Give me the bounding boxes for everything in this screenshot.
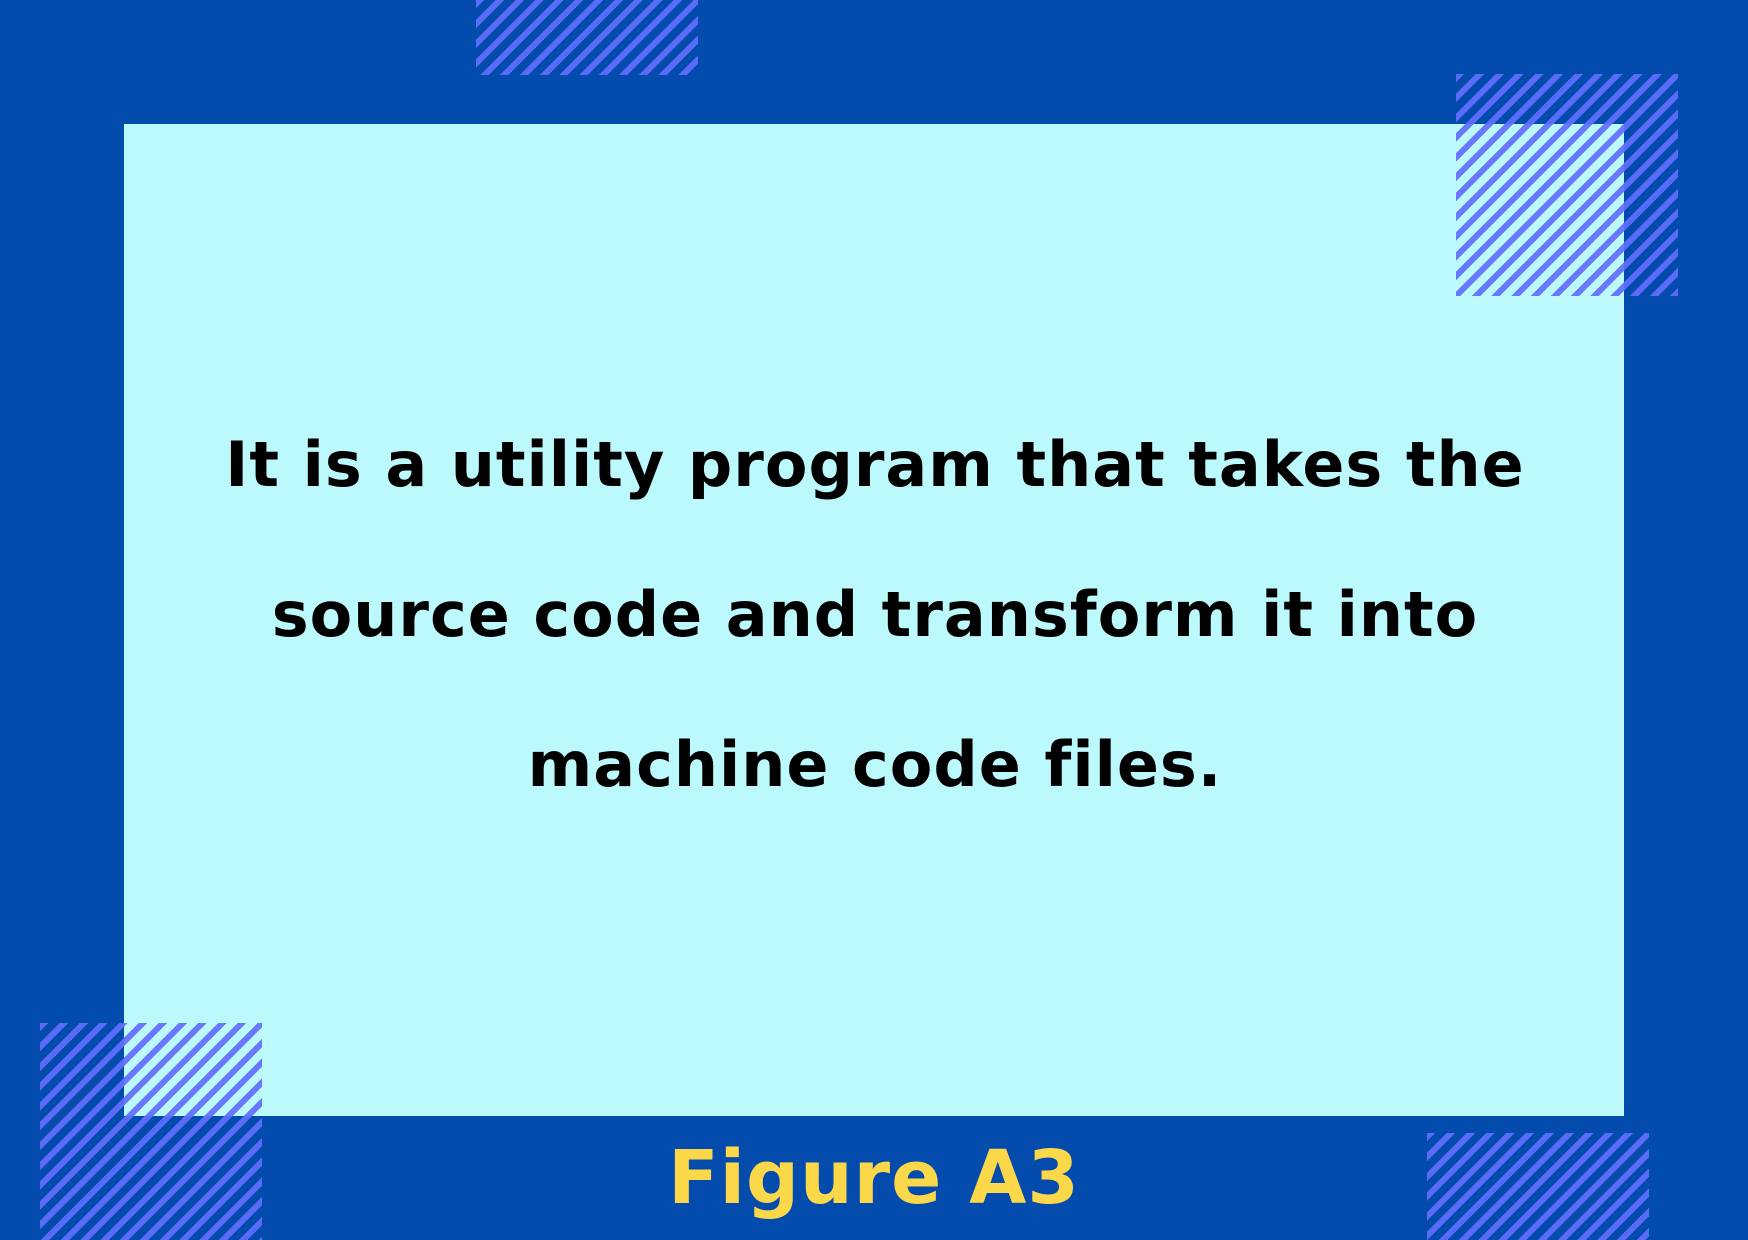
figure-caption: Figure A3: [668, 1135, 1080, 1221]
decorative-stripes-top: [476, 0, 698, 75]
definition-text: It is a utility program that takes the s…: [225, 428, 1525, 801]
decorative-stripes-top-right: [1456, 74, 1678, 296]
